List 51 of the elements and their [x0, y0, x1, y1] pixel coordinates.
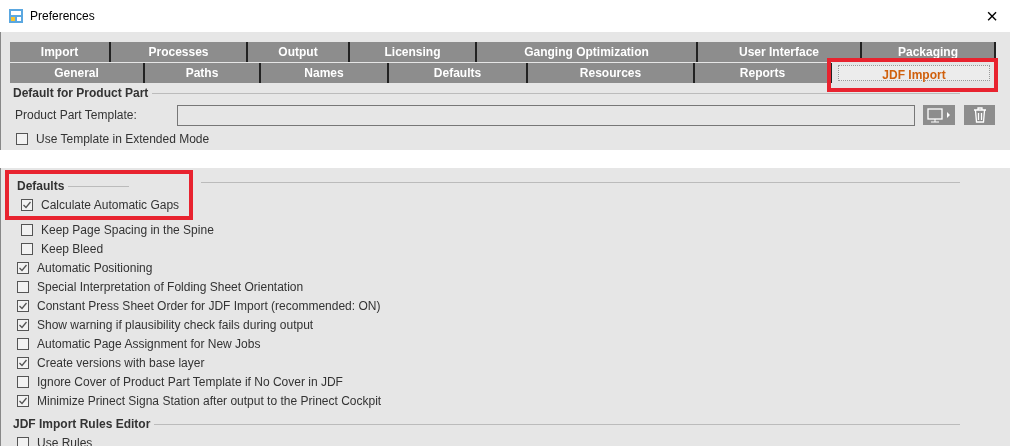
checkbox-label: Minimize Prinect Signa Station after output to the Prinect Cockpit	[37, 392, 382, 410]
checkbox[interactable]	[17, 261, 29, 274]
tab[interactable]: JDF Import	[838, 65, 990, 81]
app-icon	[8, 8, 24, 24]
tab[interactable]: Resources	[528, 63, 695, 83]
tab[interactable]: Ganging Optimization	[477, 42, 698, 62]
checkbox-label: Use Template in Extended Mode	[36, 130, 210, 148]
checkbox[interactable]	[17, 375, 29, 388]
checkbox-label: Calculate Automatic Gaps	[41, 196, 180, 214]
checkbox-label: Keep Bleed	[41, 240, 104, 258]
section-title: Defaults	[17, 178, 65, 195]
window-title: Preferences	[30, 8, 95, 25]
tab[interactable]: Output	[248, 42, 350, 62]
template-menu-button[interactable]	[923, 105, 955, 125]
checkbox-label: Constant Press Sheet Order for JDF Import (recommended: ON)	[37, 297, 381, 315]
checkbox[interactable]	[16, 132, 28, 145]
tab[interactable]: Licensing	[350, 42, 477, 62]
close-button[interactable]: ×	[982, 6, 1002, 26]
checkbox[interactable]	[21, 198, 33, 211]
checkbox-label: Use Rules	[37, 434, 93, 446]
tab[interactable]: Reports	[695, 63, 832, 83]
tab[interactable]: Paths	[145, 63, 261, 83]
delete-button[interactable]	[964, 105, 995, 125]
checkbox[interactable]	[17, 356, 29, 369]
checkbox[interactable]	[17, 394, 29, 407]
field-label: Product Part Template:	[15, 107, 137, 124]
checkbox-label: Create versions with base layer	[37, 354, 205, 372]
monitor-icon	[926, 106, 952, 124]
tab[interactable]: User Interface	[698, 42, 862, 62]
tab[interactable]: Import	[10, 42, 111, 62]
checkbox[interactable]	[21, 242, 33, 255]
tab[interactable]: Defaults	[389, 63, 528, 83]
checkbox[interactable]	[17, 299, 29, 312]
checkbox[interactable]	[17, 318, 29, 331]
checkbox-label: Special Interpretation of Folding Sheet Orientation	[37, 278, 304, 296]
trash-icon	[972, 107, 987, 123]
checkbox[interactable]	[21, 223, 33, 236]
checkbox[interactable]	[17, 436, 29, 446]
tab[interactable]: Processes	[111, 42, 248, 62]
tab[interactable]: General	[10, 63, 145, 83]
checkbox-label: Automatic Positioning	[37, 259, 153, 277]
template-field[interactable]	[176, 104, 915, 126]
section-title: JDF Import Rules Editor	[13, 416, 151, 433]
checkbox-label: Automatic Page Assignment for New Jobs	[37, 335, 261, 353]
section-title: Default for Product Part	[13, 85, 149, 102]
checkbox-label: Ignore Cover of Product Part Template if No Cover in JDF	[37, 373, 343, 391]
checkbox[interactable]	[17, 337, 29, 350]
checkbox[interactable]	[17, 280, 29, 293]
checkbox-label: Show warning if plausibility check fails during output	[37, 316, 314, 334]
tab[interactable]: Names	[261, 63, 389, 83]
checkbox-label: Keep Page Spacing in the Spine	[41, 221, 214, 239]
